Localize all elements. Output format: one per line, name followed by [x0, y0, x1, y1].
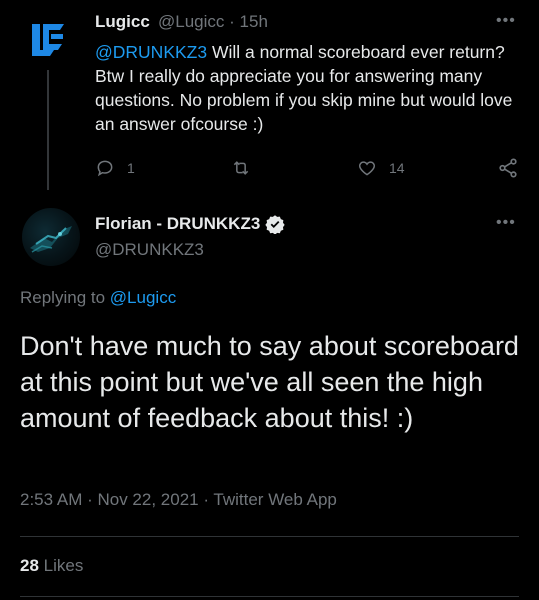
author-handle: @Lugicc	[158, 12, 225, 31]
replying-to-label: Replying to	[20, 288, 106, 307]
tweet-timestamp[interactable]: 2:53 AM · Nov 22, 2021 · Twitter Web App	[20, 490, 337, 510]
verified-badge-icon	[265, 215, 285, 234]
likes-count: 28	[20, 556, 39, 575]
likes-label: Likes	[43, 556, 84, 575]
author-name[interactable]: Lugicc	[95, 12, 150, 32]
likes-summary[interactable]: 28 Likes	[20, 556, 83, 576]
like-button[interactable]: 14	[357, 156, 405, 180]
separator: ·	[229, 12, 235, 31]
mention-link[interactable]: @DRUNKKZ3	[95, 42, 207, 62]
lc-logo-icon	[22, 14, 74, 66]
replying-to-handle[interactable]: @Lugicc	[110, 288, 176, 307]
reply-icon	[97, 160, 113, 177]
more-dots-icon[interactable]: •••	[496, 12, 516, 30]
divider	[20, 596, 519, 597]
abstract-avatar-icon	[30, 226, 72, 253]
heart-icon	[358, 161, 376, 176]
avatar-florian[interactable]	[22, 208, 80, 266]
like-count: 14	[389, 160, 405, 176]
more-dots-icon[interactable]: •••	[496, 214, 516, 232]
thread-line	[47, 70, 49, 190]
avatar-lugicc[interactable]	[22, 14, 74, 66]
author-display-name: Florian - DRUNKKZ3	[95, 214, 261, 233]
author-handle-main[interactable]: @DRUNKKZ3	[95, 240, 204, 260]
main-tweet-text: Don't have much to say about scoreboard …	[20, 331, 519, 433]
share-button[interactable]	[497, 156, 519, 180]
retweet-button[interactable]	[230, 156, 264, 180]
divider	[20, 536, 519, 537]
retweet-icon	[233, 161, 249, 175]
author-handle-time[interactable]: @Lugicc · 15h	[158, 12, 268, 32]
replying-to: Replying to @Lugicc	[20, 288, 176, 308]
reply-button[interactable]: 1	[95, 156, 135, 180]
tweet-text: @DRUNKKZ3 Will a normal scoreboard ever …	[95, 40, 525, 136]
tweet-time: 15h	[239, 12, 268, 31]
author-name-main[interactable]: Florian - DRUNKKZ3	[95, 214, 285, 234]
reply-count: 1	[127, 160, 135, 176]
share-icon	[499, 158, 517, 178]
